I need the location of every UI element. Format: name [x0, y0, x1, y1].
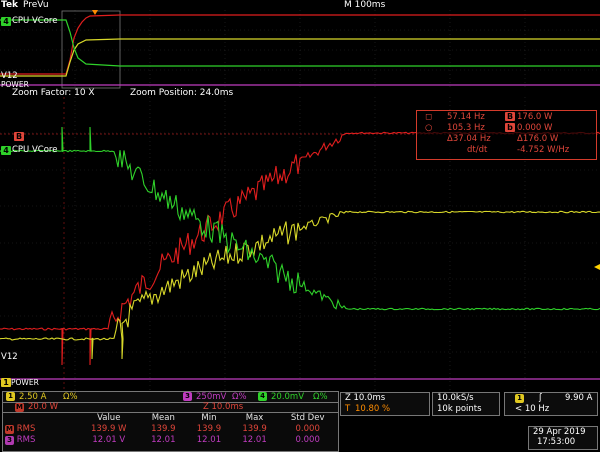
- chB-marker: B: [14, 132, 24, 141]
- meas-row-label: 3 RMS: [3, 435, 77, 446]
- trigger-ch-chip: 1: [515, 394, 524, 403]
- cursor-delta-freq: Δ37.04 Hz: [447, 134, 491, 144]
- cursor-a-chip: B: [505, 112, 515, 121]
- brand-label: Tek: [1, 0, 19, 10]
- meas-row-label: M RMS: [5, 424, 36, 434]
- ch3-chip: 3: [183, 392, 192, 401]
- math-chip: M: [15, 403, 24, 412]
- sample-points: 10k points: [437, 404, 482, 414]
- ch4-value: 20.0mV: [271, 392, 305, 402]
- meas-cell: 0.000: [295, 424, 320, 434]
- meas-header-stddev: Std Dev: [290, 413, 325, 423]
- cpu-vcore-label-overview: CPU VCore: [12, 16, 58, 26]
- datetime-panel: 29 Apr 2019 17:53:00: [528, 426, 598, 450]
- meas-cell: 0.000: [295, 435, 320, 445]
- control-panel: 1 2.50 A Ω% 3 250mV Ω% 4 20.0mV Ω% M 20.…: [0, 390, 600, 452]
- math-value: 20.0 W: [28, 402, 59, 412]
- ch3-value: 250mV: [196, 392, 227, 402]
- meas-cell: 12.01: [151, 435, 176, 445]
- math-zoom: Z 10.0ms: [203, 402, 244, 412]
- zoom-time: Z 10.0ms: [345, 393, 386, 403]
- cursor-a-val: 176.0 W: [517, 112, 553, 122]
- ch1-chip: 1: [6, 392, 15, 401]
- measurements-table[interactable]: Value Mean Min Max Std Dev M RMS 139.9 W…: [2, 412, 339, 452]
- time: 17:53:00: [537, 437, 576, 447]
- trigger-panel[interactable]: 1 ʃ 9.90 A < 10 Hz: [504, 392, 598, 416]
- ch3-suffix: Ω%: [232, 392, 247, 402]
- cursor-slope-label: dt/dt: [467, 145, 488, 155]
- trigger-level: 9.90 A: [565, 393, 593, 403]
- sample-panel[interactable]: 10.0kS/s 10k points: [432, 392, 500, 416]
- meas-header-0: [3, 413, 77, 424]
- meas-header-max: Max: [245, 413, 264, 423]
- overview-waveform[interactable]: [0, 10, 600, 89]
- meas-header-mean: Mean: [151, 413, 175, 423]
- cursor-slope-val: -4.752 W/Hz: [517, 145, 570, 155]
- meas-cell: 139.9: [242, 424, 267, 434]
- ch1-marker: 1: [1, 378, 11, 387]
- v12-label: V12: [1, 352, 18, 362]
- trigger-pos-icon: T: [345, 404, 351, 414]
- cursor-a-freq: 57.14 Hz: [447, 112, 485, 122]
- meas-cell: 12.01 V: [92, 435, 126, 445]
- table-row: 3 RMS 12.01 V 12.01 12.01 12.01 0.000: [3, 435, 338, 446]
- table-row: M RMS 139.9 W 139.9 139.9 139.9 0.000: [3, 424, 338, 435]
- cpu-vcore-label: CPU VCore: [12, 145, 58, 155]
- meas-cell: 139.9: [196, 424, 222, 434]
- meas-header-value: Value: [97, 413, 121, 423]
- date: 29 Apr 2019: [533, 427, 586, 437]
- cursor-b-val: 0.000 W: [517, 123, 553, 133]
- cursor-b-chip: b: [505, 123, 515, 132]
- status-bar: Tek PreVu M 100ms: [0, 0, 600, 10]
- cursor-delta-val: Δ176.0 W: [517, 134, 559, 144]
- ch4-suffix: Ω%: [313, 392, 328, 402]
- meas-cell: 12.01: [242, 435, 267, 445]
- trigger-pct: 10.80 %: [355, 404, 391, 414]
- cursor-b-indicator: ○: [425, 123, 433, 133]
- acquisition-mode: PreVu: [23, 0, 49, 10]
- zoom-panel[interactable]: Z 10.0ms T 10.80 %: [340, 392, 430, 416]
- meas-cell: 139.9: [151, 424, 176, 434]
- cursor-b-freq: 105.3 Hz: [447, 123, 485, 133]
- meas-cell: 12.01: [196, 435, 222, 445]
- trigger-slope-icon: ʃ: [539, 393, 542, 403]
- meas-header-min: Min: [201, 413, 217, 423]
- trigger-freq: < 10 Hz: [515, 404, 550, 414]
- ch4-marker-overview: 4: [1, 17, 11, 26]
- ch1-suffix: Ω%: [63, 392, 78, 402]
- ch4-chip: 4: [258, 392, 267, 401]
- ch4-marker: 4: [1, 146, 11, 155]
- sample-rate: 10.0kS/s: [437, 393, 474, 403]
- power-label: POWER: [11, 378, 39, 387]
- meas-cell: 139.9 W: [91, 424, 127, 434]
- ch1-value: 2.50 A: [19, 392, 47, 402]
- timebase-label: M 100ms: [344, 0, 386, 10]
- cursor-a-indicator: ◻: [425, 112, 433, 122]
